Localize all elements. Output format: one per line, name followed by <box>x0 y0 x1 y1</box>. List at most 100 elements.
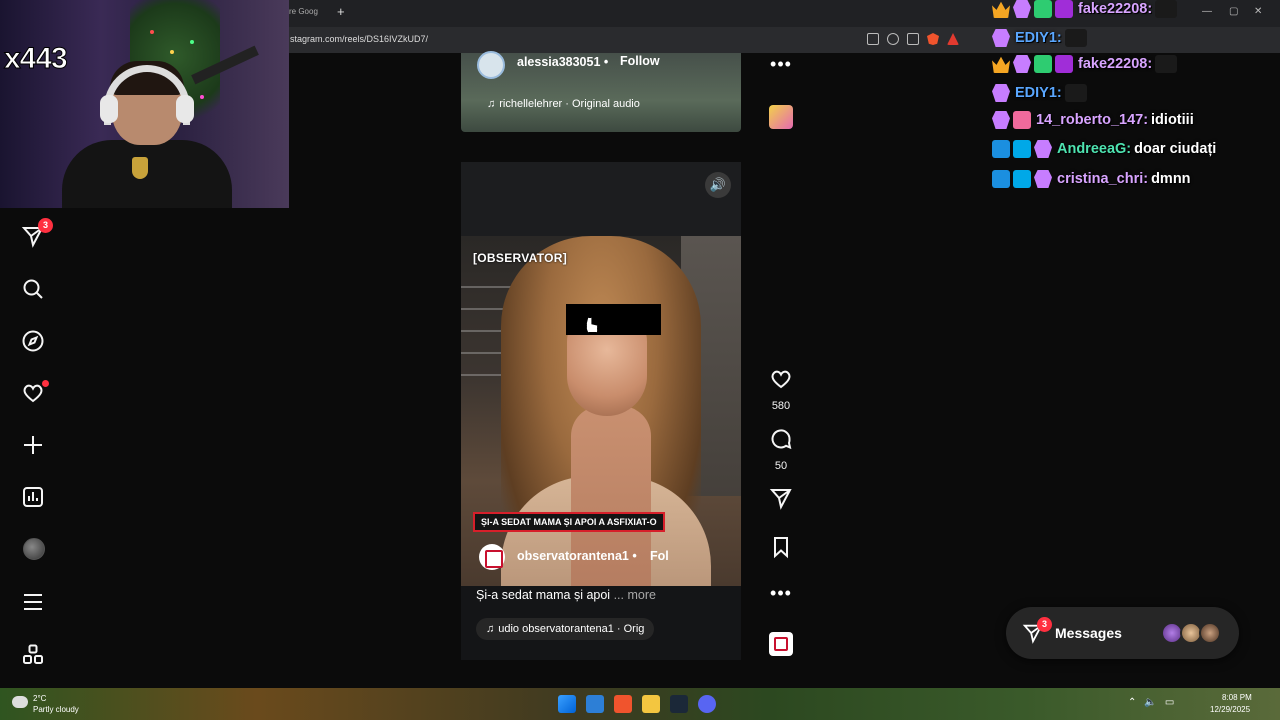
space-invader-icon <box>1013 0 1031 18</box>
brave-shield-icon[interactable] <box>927 33 939 45</box>
address-bar[interactable]: stagram.com/reels/DS16IVZkUD7/ <box>289 27 1280 53</box>
brave-rewards-icon[interactable] <box>947 33 959 45</box>
bg-badge-icon <box>1013 170 1031 188</box>
chat-text: idiotiii <box>1151 112 1194 128</box>
space-invader-icon <box>992 29 1010 47</box>
more-icon: ••• <box>770 54 792 74</box>
reel-top-area <box>461 162 741 236</box>
speaker-icon[interactable]: 🔈 <box>1144 697 1156 708</box>
chat-message: 14_roberto_147: idiotiii <box>992 109 1194 131</box>
nav-notifications[interactable] <box>21 380 49 407</box>
nav-also-from-meta[interactable] <box>21 643 47 669</box>
like-count: 580 <box>771 400 791 412</box>
system-tray: ⌃ 🔈 ▭ <box>1128 697 1174 708</box>
more-link[interactable]: ... more <box>614 588 656 602</box>
chat-text: dmnn <box>1151 171 1191 187</box>
screen: re Goog + — ▢ ✕ stagram.com/reels/DS16IV… <box>0 0 1280 720</box>
previous-more-button[interactable]: ••• <box>760 54 802 75</box>
audio-thumbnail <box>769 105 793 129</box>
chat-username: 14_roberto_147: <box>1036 112 1149 128</box>
weather-description[interactable]: Partly cloudy <box>33 705 79 714</box>
previous-reel-avatar[interactable] <box>477 51 505 79</box>
network-icon[interactable]: ▭ <box>1165 697 1174 708</box>
nav-create[interactable] <box>21 433 47 459</box>
previous-reel[interactable]: alessia383051 • Follow ♫ richellelehrer ·… <box>461 51 741 132</box>
gift-icon <box>1034 0 1052 18</box>
reel-video[interactable]: [OBSERVATOR] ȘI-A SEDAT MAMA ȘI APOI A A… <box>461 236 741 586</box>
windows-start-icon[interactable] <box>558 695 576 713</box>
url-text[interactable]: stagram.com/reels/DS16IVZkUD7/ <box>290 34 428 44</box>
browser-tab[interactable]: re Goog <box>289 7 318 16</box>
observator-watermark: [OBSERVATOR] <box>473 251 568 265</box>
messages-badge: 3 <box>38 218 53 233</box>
share-icon[interactable] <box>907 33 919 45</box>
messages-icon-wrap: 3 <box>1022 617 1052 644</box>
previous-reel-audio[interactable]: ♫ richellelehrer · Original audio <box>487 98 640 110</box>
chevron-up-icon[interactable]: ⌃ <box>1128 697 1136 708</box>
nav-dashboard[interactable] <box>21 485 47 511</box>
more-options-button[interactable]: ••• <box>760 584 802 604</box>
nav-explore[interactable] <box>21 329 47 355</box>
windows-taskbar: 2°C Partly cloudy ⌃ 🔈 ▭ 8:08 PM 12/29/20… <box>0 688 1280 720</box>
weather-icon[interactable] <box>12 696 28 708</box>
crown-icon <box>992 56 1010 73</box>
nav-messages[interactable]: 3 <box>21 218 53 250</box>
messages-pill-badge: 3 <box>1037 617 1052 632</box>
nav-search[interactable] <box>21 277 47 303</box>
minimize-icon[interactable]: — <box>1202 6 1212 17</box>
reel-username[interactable]: observatorantena1 • <box>517 549 637 563</box>
dashboard-icon <box>23 487 43 507</box>
heart-icon <box>771 370 791 389</box>
wand-icon <box>992 170 1010 188</box>
like-button[interactable]: 580 <box>760 367 802 412</box>
music-note-icon: ♫ <box>487 98 496 110</box>
previous-audio-thumbnail[interactable] <box>760 105 802 129</box>
steam-icon[interactable] <box>670 695 688 713</box>
speaker-icon: 🔊 <box>709 177 727 192</box>
chat-message: fake22208: <box>992 53 1178 75</box>
explorer-icon[interactable] <box>586 695 604 713</box>
nav-profile-avatar[interactable] <box>23 538 45 560</box>
folder-icon[interactable] <box>642 695 660 713</box>
observator-audio-thumbnail <box>769 632 793 656</box>
volume-button[interactable]: 🔊 <box>705 172 731 198</box>
save-button[interactable] <box>760 535 802 564</box>
news-caption-banner: ȘI-A SEDAT MAMA ȘI APOI A ASFIXIAT-O <box>473 512 665 532</box>
reel-caption-area: Și-a sedat mama și apoi ... more ♫ udio o… <box>461 586 741 660</box>
clock-time[interactable]: 8:08 PM <box>1222 693 1252 702</box>
maximize-icon[interactable]: ▢ <box>1229 6 1238 17</box>
cast-icon[interactable] <box>867 33 879 45</box>
new-tab-button[interactable]: + <box>337 4 345 19</box>
clock-date[interactable]: 12/29/2025 <box>1210 705 1250 714</box>
previous-reel-follow-button[interactable]: Follow <box>620 54 660 68</box>
reel-caption[interactable]: Și-a sedat mama și apoi ... more <box>476 588 656 602</box>
share-button[interactable] <box>760 486 802 515</box>
notification-dot <box>42 380 49 387</box>
observator-avatar[interactable] <box>479 544 505 570</box>
chat-emote <box>1064 29 1087 47</box>
gift-icon <box>1034 55 1052 73</box>
weather-temperature[interactable]: 2°C <box>33 694 46 703</box>
comment-icon <box>771 429 792 450</box>
reel-follow-button[interactable]: Fol <box>650 549 669 563</box>
chat-message: fake22208: <box>992 0 1178 20</box>
chat-username: cristina_chri: <box>1057 171 1149 187</box>
nav-more[interactable] <box>21 590 47 616</box>
contact-avatar <box>1199 622 1221 644</box>
previous-reel-username[interactable]: alessia383051 • <box>517 55 608 69</box>
close-icon[interactable]: ✕ <box>1254 6 1262 17</box>
brave-browser-icon[interactable] <box>614 695 632 713</box>
discord-icon[interactable] <box>698 695 716 713</box>
taskbar-apps <box>558 695 716 713</box>
recent-contacts <box>1161 622 1221 644</box>
cake-icon <box>1013 111 1031 129</box>
bg-badge-icon <box>1013 140 1031 158</box>
chat-username: fake22208: <box>1078 1 1153 17</box>
audio-thumbnail-button[interactable] <box>760 632 802 656</box>
messages-pill[interactable]: 3 Messages <box>1006 607 1239 659</box>
zoom-icon[interactable] <box>887 33 899 45</box>
headphone-cup-left <box>100 95 118 123</box>
reel-audio-pill[interactable]: ♫ udio observatorantena1 · Orig <box>476 618 655 640</box>
send-icon <box>769 489 792 510</box>
comment-button[interactable]: 50 <box>760 427 802 472</box>
